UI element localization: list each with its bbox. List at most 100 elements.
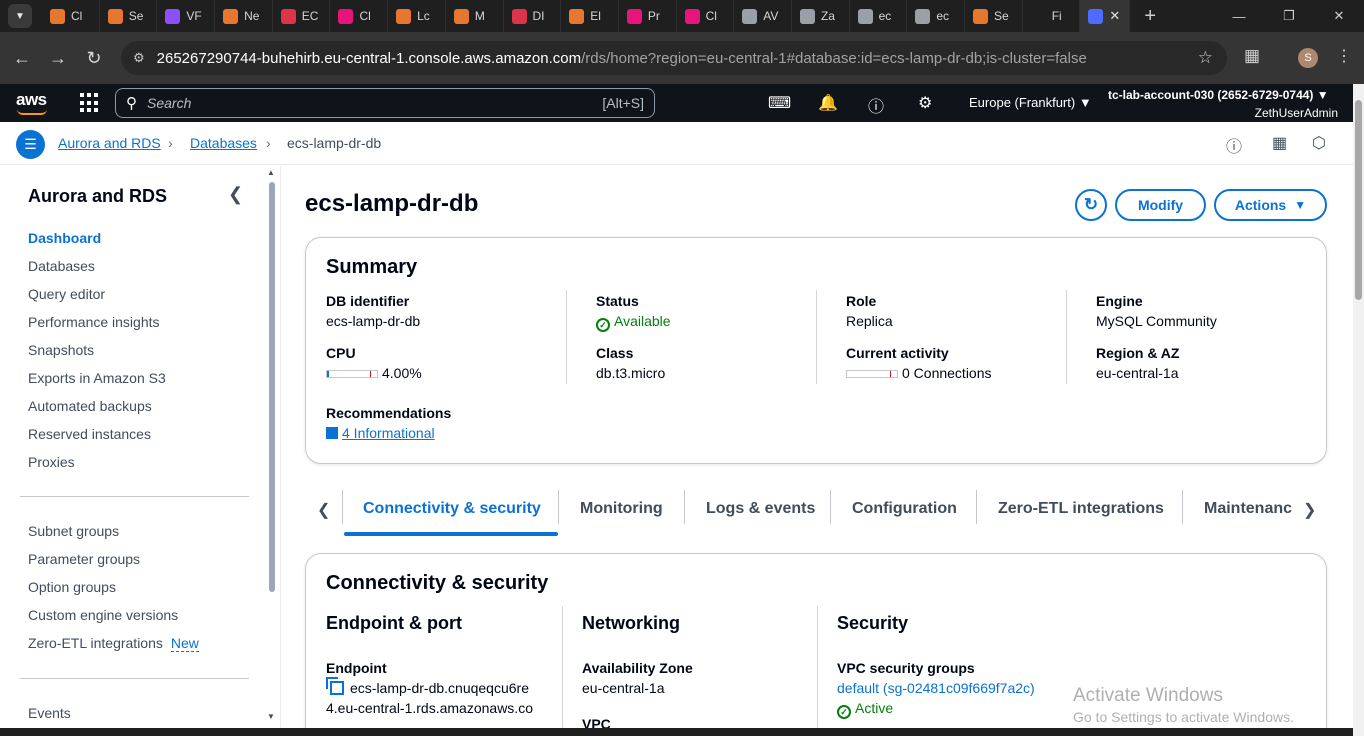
forward-arrow-icon[interactable]: → [40,48,76,69]
summary-title: Summary [326,256,418,278]
browser-tab[interactable]: Pr [619,0,677,32]
sidebar-item-snapshots[interactable]: Snapshots [28,342,94,358]
browser-menu-icon[interactable]: ⋮ [1336,46,1352,66]
browser-tab[interactable]: M [446,0,504,32]
tab-favicon-icon [165,8,181,24]
copy-icon[interactable] [326,677,344,695]
tab-monitoring[interactable]: Monitoring [580,500,663,518]
site-info-icon[interactable]: ⚙ [133,50,145,66]
sidenav-scrollbar-thumb[interactable] [269,182,275,592]
collapse-sidenav-icon[interactable]: ❮ [228,184,243,205]
browser-tab[interactable]: Fi [1023,0,1081,32]
sidebar-item-subnet-groups[interactable]: Subnet groups [28,523,119,539]
browser-tab[interactable]: Lc [388,0,446,32]
back-arrow-icon[interactable]: ← [4,48,40,69]
sidebar-item-proxies[interactable]: Proxies [28,454,75,470]
tab-logs-events[interactable]: Logs & events [706,500,815,518]
tab-zero-etl[interactable]: Zero-ETL integrations [998,500,1164,518]
sidebar-item-parameter-groups[interactable]: Parameter groups [28,551,140,567]
tab-configuration[interactable]: Configuration [852,500,957,518]
actions-button[interactable]: Actions ▼ [1214,189,1327,221]
tabs-scroll-left-icon[interactable]: ❮ [317,500,330,520]
close-window-icon[interactable]: ✕ [1314,0,1364,32]
address-bar[interactable]: ⚙ 265267290744-buhehirb.eu-central-1.con… [121,41,1227,75]
success-check-icon: ✓ [596,318,610,332]
sidebar-item-option-groups[interactable]: Option groups [28,579,116,595]
page-scrollbar[interactable] [1353,84,1364,736]
cpu-meter [326,370,378,378]
sidenav-scrollbar[interactable]: ▲ ▼ [267,166,279,726]
sidebar-item-reserved-instances[interactable]: Reserved instances [28,426,151,442]
help-icon[interactable]: ⓘ [868,93,884,117]
tab-divider [684,490,685,524]
tab-search-chevron-icon[interactable]: ▼ [8,4,32,28]
tab-connectivity-security[interactable]: Connectivity & security [363,500,541,518]
browser-tab[interactable]: DI [504,0,562,32]
breadcrumb-aurora-rds[interactable]: Aurora and RDS [58,135,161,151]
cpu-value: 4.00% [326,365,422,381]
recommendations-value[interactable]: 4 Informational [326,425,435,441]
aws-logo[interactable]: aws [16,90,47,110]
browser-tab[interactable]: Se [965,0,1023,32]
refresh-button[interactable]: ↻ [1075,189,1107,221]
console-search-input[interactable]: ⚲ Search [Alt+S] [115,88,655,118]
browser-tab[interactable]: VF [157,0,216,32]
browser-tab[interactable]: Cl [330,0,389,32]
maximize-icon[interactable]: ❐ [1264,0,1314,32]
browser-tab[interactable]: EC [273,0,331,32]
modify-button[interactable]: Modify [1115,189,1206,221]
browser-tab-active[interactable]: ✕ [1080,0,1131,32]
browser-tab[interactable]: ec [907,0,965,32]
status-label: Status [596,293,639,309]
browser-tab[interactable]: Ne [215,0,273,32]
close-tab-icon[interactable]: ✕ [1109,8,1120,24]
bookmark-star-icon[interactable]: ☆ [1198,48,1213,68]
browser-tab[interactable]: ec [850,0,908,32]
new-tab-plus-icon[interactable]: + [1144,5,1156,28]
tab-maintenance[interactable]: Maintenanc [1204,500,1292,518]
reload-icon[interactable]: ↻ [76,48,112,69]
sidebar-item-custom-engine-versions[interactable]: Custom engine versions [28,607,178,623]
sidebar-item-zero-etl[interactable]: Zero-ETL integrations New [28,635,199,652]
engine-value: MySQL Community [1096,313,1217,329]
browser-tab[interactable]: AV [734,0,792,32]
url-text: 265267290744-buhehirb.eu-central-1.conso… [157,50,1087,67]
sidebar-item-performance-insights[interactable]: Performance insights [28,314,160,330]
sidebar-item-exports-s3[interactable]: Exports in Amazon S3 [28,370,166,386]
summary-panel: Summary DB identifier ecs-lamp-dr-db CPU… [305,237,1327,464]
page-scrollbar-thumb[interactable] [1355,100,1362,300]
settings-hexagon-icon[interactable]: ⬡ [1312,133,1326,153]
browser-tab[interactable]: Cl [677,0,735,32]
browser-tab[interactable]: Se [100,0,158,32]
tabs-scroll-right-icon[interactable]: ❯ [1303,500,1316,520]
info-panel-icon[interactable]: ⓘ [1226,133,1242,157]
tab-favicon-icon [857,8,873,24]
menu-hamburger-icon[interactable]: ☰ [16,130,45,159]
sidebar-item-dashboard[interactable]: Dashboard [28,230,101,246]
extensions-puzzle-icon[interactable]: ▦ [1244,46,1260,66]
browser-tab[interactable]: Cl [42,0,100,32]
visual-mode-icon[interactable]: ▦ [1272,133,1287,153]
security-group-link[interactable]: default (sg-02481c09f669f7a2c) [837,680,1035,696]
services-grid-icon[interactable] [80,93,100,113]
sidebar-item-zero-etl-label: Zero-ETL integrations [28,635,163,651]
breadcrumb-databases[interactable]: Databases [190,135,257,151]
cloudshell-icon[interactable]: ⌨ [768,93,791,113]
profile-avatar[interactable]: S [1298,48,1318,68]
sidebar-item-databases[interactable]: Databases [28,258,95,274]
browser-tab[interactable]: El [561,0,619,32]
breadcrumb-separator-icon: › [168,135,173,151]
account-menu[interactable]: tc-lab-account-030 (2652-6729-0744) ▼ [1108,88,1329,102]
scroll-down-arrow-icon[interactable]: ▼ [267,712,275,721]
region-selector[interactable]: Europe (Frankfurt) ▼ [969,95,1092,110]
settings-gear-icon[interactable]: ⚙ [918,93,932,113]
notifications-bell-icon[interactable]: 🔔 [818,93,838,113]
sidebar-item-query-editor[interactable]: Query editor [28,286,105,302]
browser-tab[interactable]: Za [792,0,850,32]
sidebar-item-events[interactable]: Events [28,705,71,721]
class-value: db.t3.micro [596,365,666,381]
minimize-icon[interactable]: — [1214,0,1264,32]
scroll-up-arrow-icon[interactable]: ▲ [267,168,275,177]
sidebar-item-automated-backups[interactable]: Automated backups [28,398,152,414]
recommendations-link[interactable]: 4 Informational [342,425,435,441]
